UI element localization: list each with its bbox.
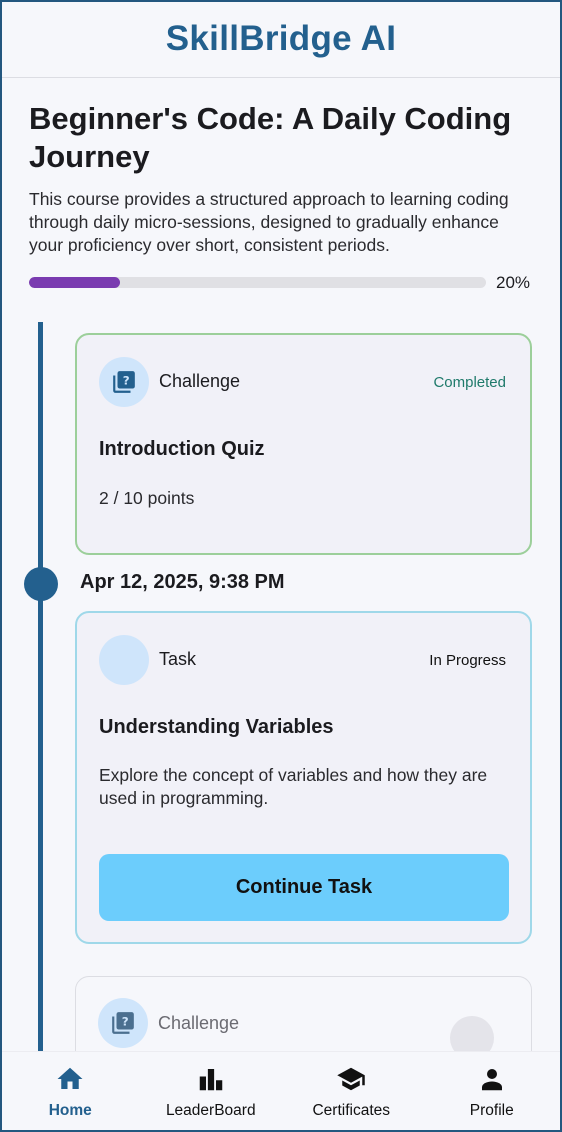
nav-home[interactable]: Home bbox=[0, 1052, 141, 1132]
app-title: SkillBridge AI bbox=[165, 18, 397, 58]
quiz-icon: ? bbox=[98, 998, 148, 1048]
course-description: This course provides a structured approa… bbox=[29, 189, 509, 255]
nav-certificates-label: Certificates bbox=[312, 1102, 391, 1119]
course-progress-bar bbox=[29, 277, 486, 288]
course-title: Beginner's Code: A Daily Coding Journey bbox=[29, 101, 512, 174]
person-icon bbox=[481, 1069, 502, 1091]
nav-profile[interactable]: Profile bbox=[422, 1052, 562, 1132]
bottom-navigation: Home LeaderBoard Certificates Profile bbox=[0, 1051, 562, 1132]
task-icon bbox=[99, 635, 149, 685]
nav-leaderboard[interactable]: LeaderBoard bbox=[141, 1052, 282, 1132]
status-badge: In Progress bbox=[429, 652, 506, 669]
timeline-dot bbox=[24, 567, 58, 601]
timeline-date: Apr 12, 2025, 9:38 PM bbox=[80, 571, 285, 593]
svg-text:?: ? bbox=[122, 1015, 129, 1029]
nav-profile-label: Profile bbox=[469, 1102, 514, 1119]
nav-certificates[interactable]: Certificates bbox=[281, 1052, 422, 1132]
quiz-icon: ? bbox=[99, 357, 149, 407]
leaderboard-icon bbox=[199, 1069, 222, 1091]
status-badge: Completed bbox=[433, 374, 506, 391]
timeline-line bbox=[38, 322, 43, 1052]
home-icon bbox=[57, 1067, 83, 1089]
app-bar: SkillBridge AI bbox=[0, 0, 562, 78]
card-title: Introduction Quiz bbox=[99, 438, 265, 460]
nav-leaderboard-label: LeaderBoard bbox=[165, 1102, 256, 1119]
card-type-label: Task bbox=[159, 649, 197, 669]
card-type-label: Challenge bbox=[158, 1013, 240, 1033]
task-card-understanding-variables[interactable]: Task In Progress Understanding Variables… bbox=[75, 611, 532, 944]
graduation-cap-icon bbox=[337, 1067, 365, 1091]
card-type-label: Challenge bbox=[159, 371, 241, 391]
course-progress-label: 20% bbox=[496, 273, 531, 292]
card-description: Explore the concept of variables and how… bbox=[99, 765, 488, 808]
course-progress-fill bbox=[29, 277, 121, 288]
card-title: Understanding Variables bbox=[99, 716, 334, 738]
card-score: 2 / 10 points bbox=[99, 488, 195, 508]
svg-text:?: ? bbox=[123, 374, 130, 388]
challenge-card-introduction-quiz[interactable]: ? Challenge Completed Introduction Quiz … bbox=[75, 333, 532, 555]
nav-home-label: Home bbox=[48, 1102, 92, 1119]
continue-task-button[interactable]: Continue Task bbox=[99, 854, 509, 921]
